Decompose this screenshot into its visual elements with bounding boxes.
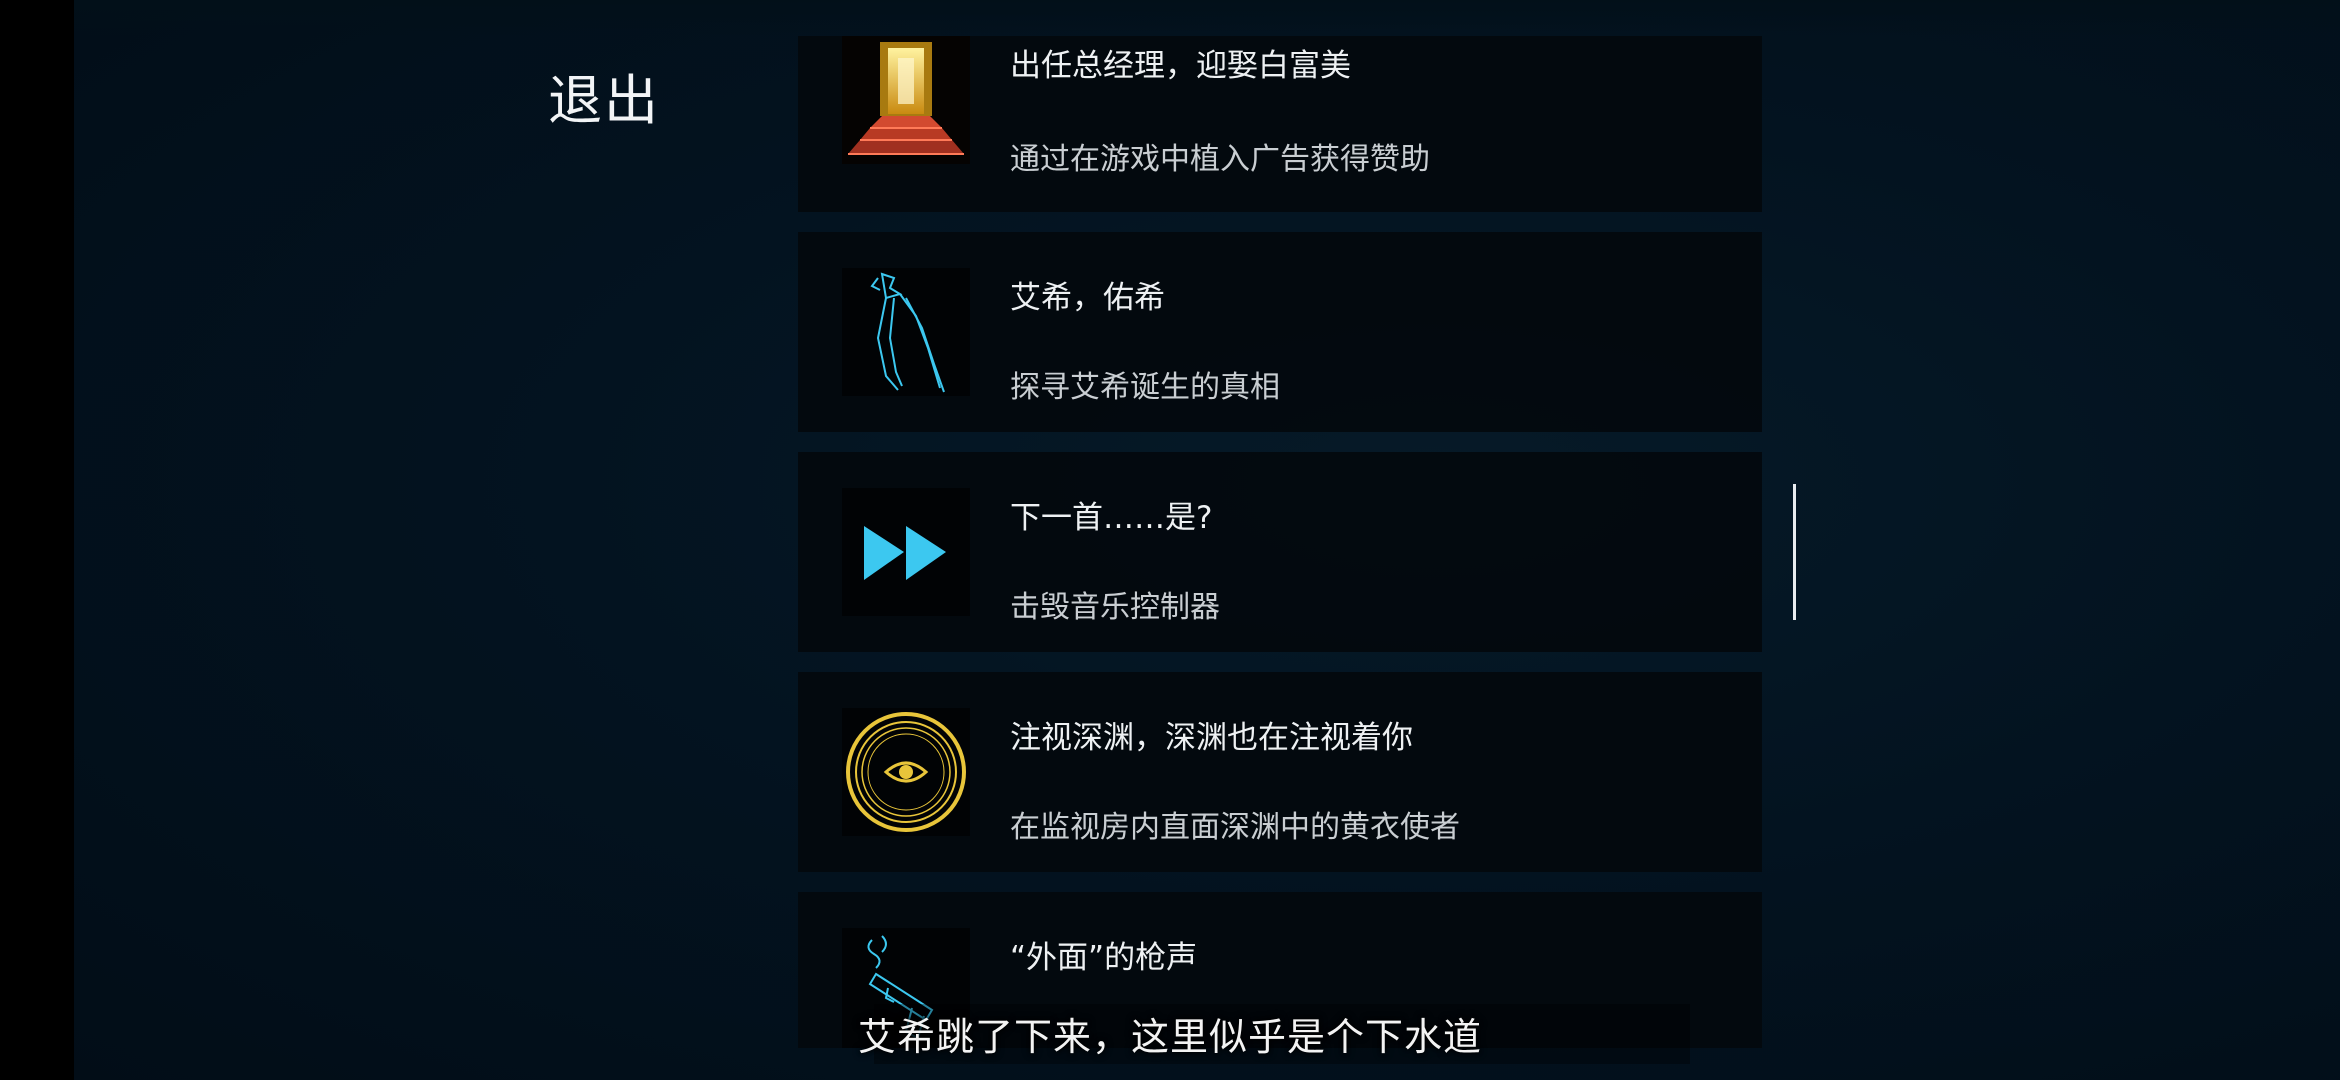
achievement-title: 艾希，佑希 xyxy=(1010,280,1165,316)
achievement-title: 下一首……是? xyxy=(1010,500,1213,536)
achievement-desc: 探寻艾希诞生的真相 xyxy=(1010,370,1280,405)
achievement-title: 出任总经理，迎娶白富美 xyxy=(1010,48,1351,84)
letterbox-bar xyxy=(0,0,74,1080)
exit-button[interactable]: 退出 xyxy=(548,56,660,135)
top-fade xyxy=(74,0,2340,36)
achievement-desc: 在监视房内直面深渊中的黄衣使者 xyxy=(1010,810,1460,845)
achievement-title: 注视深渊，深渊也在注视着你 xyxy=(1010,720,1413,756)
scrollbar[interactable] xyxy=(1793,484,1796,620)
achievement-card[interactable]: 注视深渊，深渊也在注视着你 在监视房内直面深渊中的黄衣使者 xyxy=(798,672,1762,872)
eye-medallion-icon xyxy=(842,708,970,836)
achievement-card[interactable]: 下一首……是? 击毁音乐控制器 xyxy=(798,452,1762,652)
game-screen: 退出 出任总经理，迎娶白富美 通过在游戏中植入广告获得赞助 艾希，佑希 探寻艾希… xyxy=(0,0,2340,1080)
achievement-list[interactable]: 出任总经理，迎娶白富美 通过在游戏中植入广告获得赞助 艾希，佑希 探寻艾希诞生的… xyxy=(798,36,1762,1080)
blade-sketch-icon xyxy=(842,268,970,396)
achievement-desc: 通过在游戏中植入广告获得赞助 xyxy=(1010,142,1430,177)
achievement-title: “外面”的枪声 xyxy=(1010,940,1198,976)
achievement-desc: 击毁音乐控制器 xyxy=(1010,590,1220,625)
golden-door-red-carpet-icon xyxy=(842,36,970,164)
dialogue-subtitle: 艾希跳了下来，这里似乎是个下水道 xyxy=(857,1015,1482,1059)
achievements-screen: 退出 出任总经理，迎娶白富美 通过在游戏中植入广告获得赞助 艾希，佑希 探寻艾希… xyxy=(74,0,2340,1080)
achievement-card[interactable]: 艾希，佑希 探寻艾希诞生的真相 xyxy=(798,232,1762,432)
fast-forward-icon xyxy=(842,488,970,616)
achievement-card[interactable]: 出任总经理，迎娶白富美 通过在游戏中植入广告获得赞助 xyxy=(798,36,1762,212)
